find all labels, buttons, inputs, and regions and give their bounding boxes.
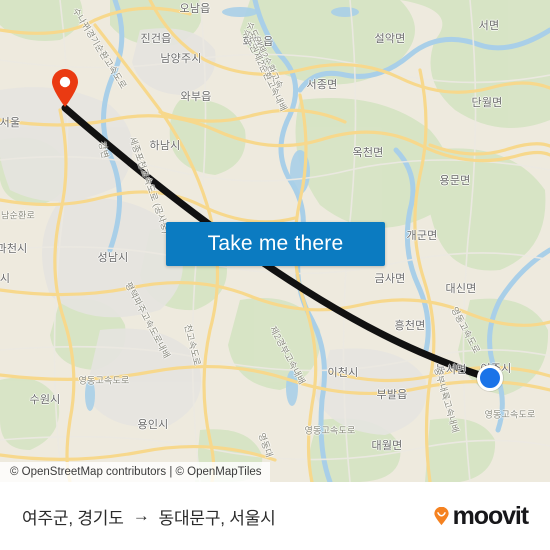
moovit-wordmark: moovit	[452, 501, 529, 530]
moovit-route-card: 오남읍 진건읍 화도읍 설악면 서면 남양주시 서종면 단월면 와부읍 서울 하남시 옥천면 용문면 개군…	[0, 0, 550, 550]
route-summary: 여주군, 경기도 → 동대문구, 서울시	[22, 504, 276, 529]
arrow-icon: →	[132, 506, 150, 525]
footer-bar: 여주군, 경기도 → 동대문구, 서울시 moovit	[0, 482, 550, 550]
origin-label: 여주군, 경기도	[22, 508, 124, 528]
moovit-logo[interactable]: moovit	[432, 501, 529, 530]
map-viewport[interactable]: 오남읍 진건읍 화도읍 설악면 서면 남양주시 서종면 단월면 와부읍 서울 하남시 옥천면 용문면 개군…	[0, 0, 550, 482]
origin-pin[interactable]	[50, 68, 80, 108]
destination-dot[interactable]	[477, 365, 503, 391]
map-attribution[interactable]: © OpenStreetMap contributors | © OpenMap…	[0, 462, 270, 482]
take-me-there-button[interactable]: Take me there	[166, 222, 385, 266]
destination-label: 동대문구, 서울시	[158, 508, 276, 528]
attribution-text: © OpenStreetMap contributors | © OpenMap…	[10, 466, 262, 478]
moovit-pin-icon	[434, 506, 449, 525]
